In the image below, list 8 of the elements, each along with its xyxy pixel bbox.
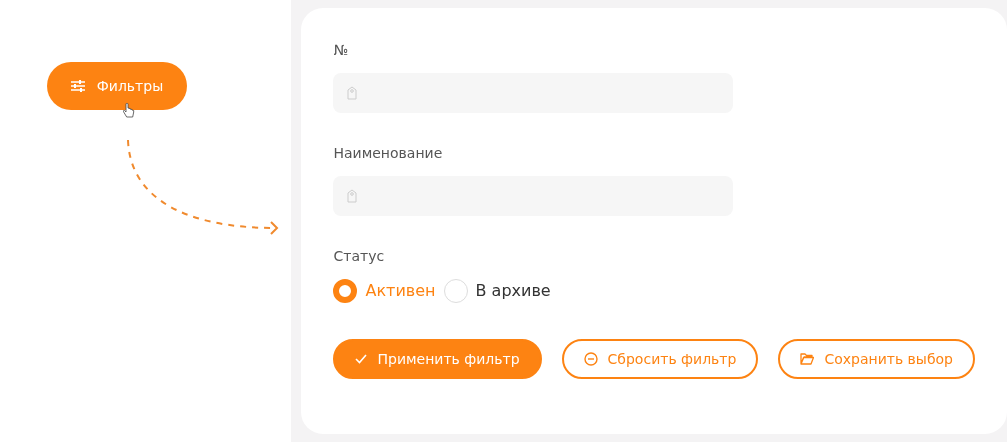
field-label: Статус — [333, 247, 386, 266]
apply-button[interactable]: Применить фильтр — [333, 339, 542, 379]
field-label: № — [333, 41, 350, 60]
reset-button[interactable]: Сбросить фильтр — [561, 339, 759, 379]
save-button[interactable]: Сохранить выбор — [778, 339, 975, 379]
radio-option[interactable]: В архиве — [443, 279, 551, 303]
radio-option[interactable]: Активен — [333, 279, 436, 303]
field-label: Наименование — [333, 144, 444, 163]
